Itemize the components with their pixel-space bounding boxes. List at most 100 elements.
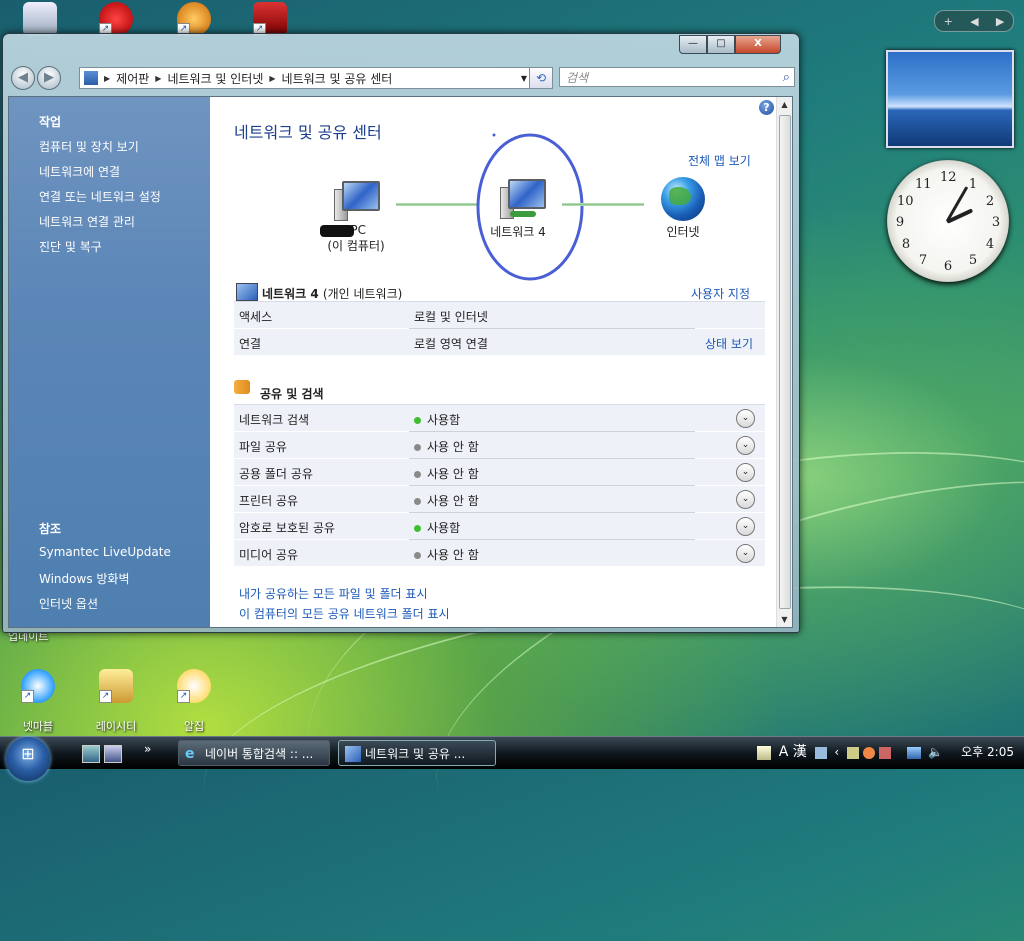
taskbar-item-label: 네이버 통합검색 :: ... <box>205 747 314 761</box>
expand-button[interactable]: ⌄ <box>736 463 755 482</box>
status-on-icon <box>414 525 421 532</box>
start-button[interactable]: ⊞ <box>6 737 50 781</box>
address-bar[interactable]: ▶ 제어판 ▶ 네트워크 및 인터넷 ▶ 네트워크 및 공유 센터 ▼ <box>79 67 531 89</box>
status-off-icon <box>414 471 421 478</box>
ime-indicator[interactable]: A 漢 <box>779 744 807 760</box>
row-value: 사용 안 함 <box>414 438 479 455</box>
tray-app-icon[interactable] <box>862 746 875 759</box>
row-value: 사용 안 함 <box>414 492 479 509</box>
volume-icon[interactable]: 🔈 <box>928 745 943 759</box>
view-full-map-link[interactable]: 전체 맵 보기 <box>688 152 751 169</box>
search-icon[interactable]: ⌕ <box>783 68 790 88</box>
scrollbar-thumb[interactable] <box>779 115 791 609</box>
computer-icon[interactable] <box>334 181 380 221</box>
breadcrumb-control-panel[interactable]: 제어판 <box>116 70 149 87</box>
task-diagnose-repair[interactable]: 진단 및 복구 <box>39 238 102 255</box>
status-on-icon <box>414 417 421 424</box>
clock-time[interactable]: 오후 2:05 <box>961 745 1014 759</box>
see-also-firewall[interactable]: Windows 방화벽 <box>39 570 130 587</box>
see-also-internet-options[interactable]: 인터넷 옵션 <box>39 595 98 612</box>
clock-number: 8 <box>901 237 911 252</box>
task-connect-network[interactable]: 네트워크에 연결 <box>39 163 120 180</box>
next-gadget-button[interactable]: ▶ <box>996 15 1004 28</box>
map-connection-line <box>396 203 478 206</box>
help-icon[interactable]: ? <box>759 100 774 115</box>
task-setup-connection[interactable]: 연결 또는 네트워크 설정 <box>39 188 161 205</box>
customize-link[interactable]: 사용자 지정 <box>691 285 750 302</box>
taskbar-item-network-sharing[interactable]: 네트워크 및 공유 ... <box>338 740 496 766</box>
sharing-icon <box>234 380 250 394</box>
taskbar-item-naver[interactable]: e 네이버 통합검색 :: ... <box>178 740 330 766</box>
network-tray-icon[interactable] <box>906 746 921 759</box>
tray-expand-icon[interactable]: ‹ <box>834 745 839 759</box>
sharing-heading: 공유 및 검색 <box>260 387 324 401</box>
task-manage-connections[interactable]: 네트워크 연결 관리 <box>39 213 135 230</box>
breadcrumb-network-internet[interactable]: 네트워크 및 인터넷 <box>167 70 263 87</box>
breadcrumb-network-sharing-center[interactable]: 네트워크 및 공유 센터 <box>282 70 393 87</box>
language-bar-icon[interactable] <box>756 745 771 760</box>
desktop-icon-label: 알집 <box>183 720 205 733</box>
expand-button[interactable]: ⌄ <box>736 409 755 428</box>
status-text: 사용 안 함 <box>427 494 479 508</box>
vertical-scrollbar[interactable]: ▲ ▼ <box>776 97 792 627</box>
scroll-down-button[interactable]: ▼ <box>777 612 792 627</box>
sharing-row-printer[interactable]: 프린터 공유 사용 안 함 ⌄ <box>234 486 765 513</box>
add-gadget-button[interactable]: + <box>944 15 953 28</box>
row-label: 연결 <box>239 337 262 351</box>
gadget-controls[interactable]: + ◀ ▶ <box>934 10 1014 32</box>
row-label: 공용 폴더 공유 <box>239 467 313 481</box>
status-off-icon <box>414 552 421 559</box>
row-label: 암호로 보호된 공유 <box>239 521 335 535</box>
breadcrumb-arrow-icon[interactable]: ▶ <box>155 74 161 83</box>
expand-button[interactable]: ⌄ <box>736 490 755 509</box>
minimize-button[interactable]: — <box>679 35 707 54</box>
desktop-shortcut-alzip[interactable]: ↗ 알집 <box>156 656 232 734</box>
forward-button[interactable]: ▶ <box>37 66 61 90</box>
taskbar-item-label: 네트워크 및 공유 ... <box>365 747 466 761</box>
internet-globe-icon[interactable] <box>661 177 705 221</box>
expand-button[interactable]: ⌄ <box>736 517 755 536</box>
refresh-button[interactable]: ⟲ <box>529 67 553 89</box>
quick-launch-overflow-icon[interactable]: » <box>144 742 151 756</box>
redacted-name-mark <box>320 225 354 237</box>
clock-number: 10 <box>897 194 914 209</box>
see-also-symantec[interactable]: Symantec LiveUpdate <box>39 545 171 559</box>
show-my-shared-files-link[interactable]: 내가 공유하는 모든 파일 및 폴더 표시 <box>239 585 428 602</box>
row-label: 네트워크 검색 <box>239 413 310 427</box>
clock-gadget[interactable]: 12 1 2 3 4 5 6 7 8 9 10 11 <box>887 160 1009 282</box>
show-shared-network-folders-link[interactable]: 이 컴퓨터의 모든 공유 네트워크 폴더 표시 <box>239 605 450 622</box>
address-dropdown-icon[interactable]: ▼ <box>521 74 527 83</box>
node-label-internet: 인터넷 <box>666 225 700 239</box>
tray-app-icon[interactable] <box>847 746 860 759</box>
show-desktop-icon[interactable] <box>82 745 100 763</box>
maximize-button[interactable]: □ <box>707 35 735 54</box>
row-label: 액세스 <box>239 310 273 324</box>
sharing-row-password-protected[interactable]: 암호로 보호된 공유 사용함 ⌄ <box>234 513 765 540</box>
system-tray: A 漢 ‹ 🔈 오후 2:05 <box>756 742 1014 762</box>
task-view-computers[interactable]: 컴퓨터 및 장치 보기 <box>39 138 139 155</box>
tray-app-icon[interactable] <box>814 746 827 759</box>
switch-windows-icon[interactable] <box>104 745 122 763</box>
expand-button[interactable]: ⌄ <box>736 544 755 563</box>
prev-gadget-button[interactable]: ◀ <box>970 15 978 28</box>
sharing-row-public-folder[interactable]: 공용 폴더 공유 사용 안 함 ⌄ <box>234 459 765 486</box>
page-title: 네트워크 및 공유 센터 <box>234 123 382 142</box>
sharing-row-media[interactable]: 미디어 공유 사용 안 함 ⌄ <box>234 540 765 567</box>
view-status-link[interactable]: 상태 보기 <box>705 335 753 352</box>
search-input[interactable]: 검색 ⌕ <box>559 67 795 87</box>
slideshow-gadget[interactable] <box>886 50 1014 148</box>
close-button[interactable]: X <box>735 35 781 54</box>
sharing-row-file-sharing[interactable]: 파일 공유 사용 안 함 ⌄ <box>234 432 765 459</box>
status-text: 사용함 <box>427 413 461 427</box>
network-sharing-center-window[interactable]: — □ X ◀ ▶ ▶ 제어판 ▶ 네트워크 및 인터넷 ▶ 네트워크 및 공유… <box>2 33 800 633</box>
tray-app-icon[interactable] <box>878 746 891 759</box>
expand-button[interactable]: ⌄ <box>736 436 755 455</box>
sharing-row-network-discovery[interactable]: 네트워크 검색 사용함 ⌄ <box>234 405 765 432</box>
scroll-up-button[interactable]: ▲ <box>777 97 792 112</box>
breadcrumb-arrow-icon[interactable]: ▶ <box>269 74 275 83</box>
breadcrumb-arrow-icon[interactable]: ▶ <box>104 74 110 83</box>
clock-number: 12 <box>940 170 957 185</box>
status-text: 사용함 <box>427 521 461 535</box>
back-button[interactable]: ◀ <box>11 66 35 90</box>
status-off-icon <box>414 498 421 505</box>
